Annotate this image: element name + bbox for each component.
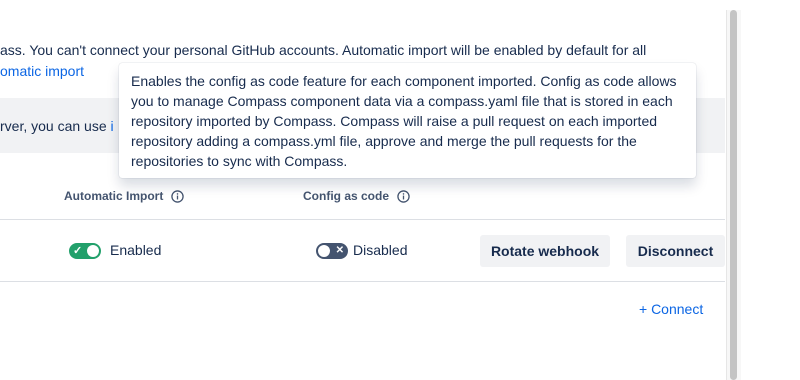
- automatic-import-toggle[interactable]: ✓: [69, 243, 101, 259]
- scrollbar[interactable]: [726, 10, 741, 380]
- check-icon: ✓: [73, 245, 83, 257]
- intro-line-1: ass. You can't connect your personal Git…: [0, 42, 647, 58]
- info-icon[interactable]: [397, 189, 410, 203]
- config-as-code-tooltip: Enables the config as code feature for e…: [119, 63, 696, 178]
- column-header-label: Automatic Import: [64, 189, 164, 203]
- column-header-label: Config as code: [303, 189, 390, 203]
- info-banner-text: rver, you can use i: [0, 118, 114, 134]
- automatic-import-status: Enabled: [110, 242, 162, 258]
- close-icon: ✕: [335, 245, 344, 256]
- scrollbar-thumb[interactable]: [730, 10, 737, 380]
- column-header-config-as-code: Config as code: [303, 189, 410, 203]
- table-divider: [0, 219, 725, 220]
- table-row-divider: [0, 281, 725, 282]
- column-header-automatic-import: Automatic Import: [64, 189, 185, 203]
- toggle-knob: [87, 245, 99, 257]
- config-as-code-status: Disabled: [353, 242, 408, 258]
- toggle-knob: [318, 245, 330, 257]
- config-as-code-toggle[interactable]: ✕: [316, 243, 348, 259]
- connect-link[interactable]: + Connect: [639, 301, 703, 317]
- info-banner-label: rver, you can use: [0, 118, 111, 134]
- info-banner-link[interactable]: i: [111, 118, 114, 134]
- rotate-webhook-button[interactable]: Rotate webhook: [480, 235, 610, 267]
- disconnect-button[interactable]: Disconnect: [626, 235, 725, 267]
- info-icon[interactable]: [171, 189, 185, 203]
